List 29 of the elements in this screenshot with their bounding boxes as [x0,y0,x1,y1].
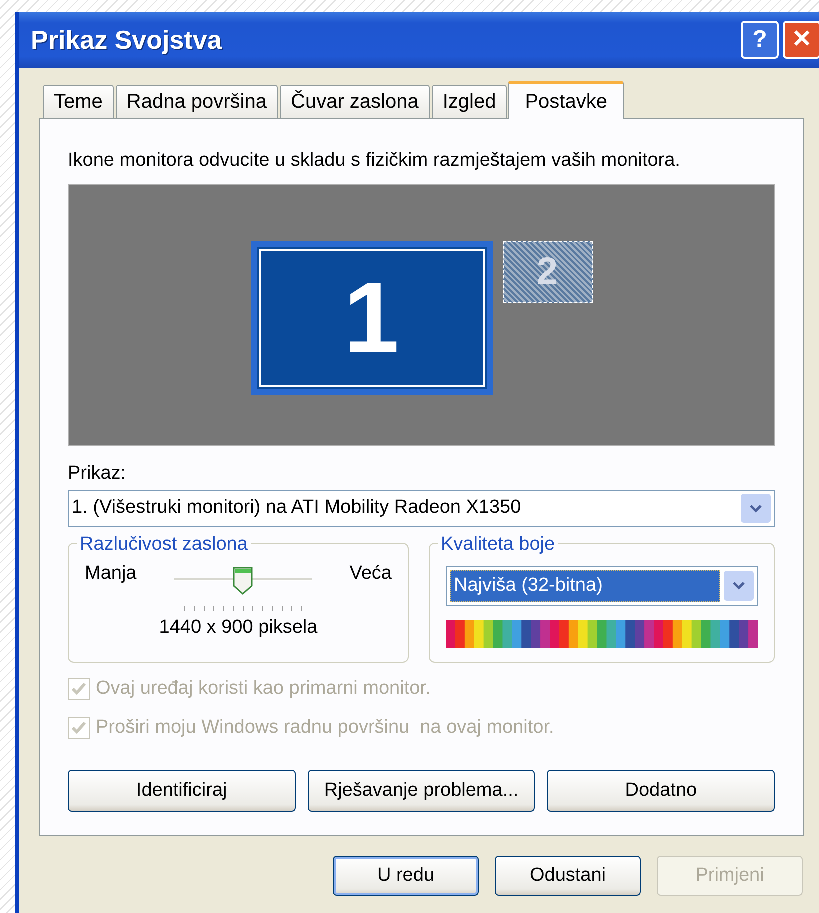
resolution-slider[interactable] [174,566,312,614]
window-title: Prikaz Svojstva [31,24,222,56]
monitor-tile[interactable]: 1 [250,240,492,394]
display-dropdown[interactable]: 1. (Višestruki monitori) na ATI Mobility Radeon X1350 [68,490,775,527]
chevron-down-icon [750,504,762,512]
color-quality-dropdown[interactable]: Najviša (32-bitna) [446,566,758,606]
help-button[interactable]: ? [741,21,779,59]
tab[interactable]: Radna površina [116,85,278,118]
panel-button[interactable]: Rješavanje problema... [308,770,536,812]
instruction-text: Ikone monitora odvucite u skladu s fizičkim razmještajem vaših monitora. [68,149,682,173]
dialog-button[interactable]: U redu [333,856,479,896]
checkbox-label: Ovaj uređaj koristi kao primarni monitor. [96,677,431,701]
chevron-down-icon [733,582,745,590]
checkmark-icon [72,683,86,696]
dialog-button[interactable]: Odustani [495,856,641,896]
close-button[interactable]: ✕ [783,21,819,59]
resolution-reading: 1440 x 900 piksela [159,617,318,638]
max-label: Veća [350,562,392,586]
tab[interactable]: Teme [43,85,114,118]
display-label: Prikaz: [68,462,128,486]
panel-button[interactable]: Dodatno [547,770,776,812]
panel-button[interactable]: Identificiraj [68,770,296,812]
checkmark-icon [72,722,86,734]
tab[interactable]: Izgled [432,85,508,118]
tab[interactable]: Čuvar zaslona [280,85,430,118]
tab[interactable]: Postavke [508,81,624,119]
slider-thumb[interactable] [232,566,254,596]
checkbox-label: Proširi moju Windows radnu površinu na ovaj monitor. [96,716,554,740]
min-label: Manja [85,562,137,586]
